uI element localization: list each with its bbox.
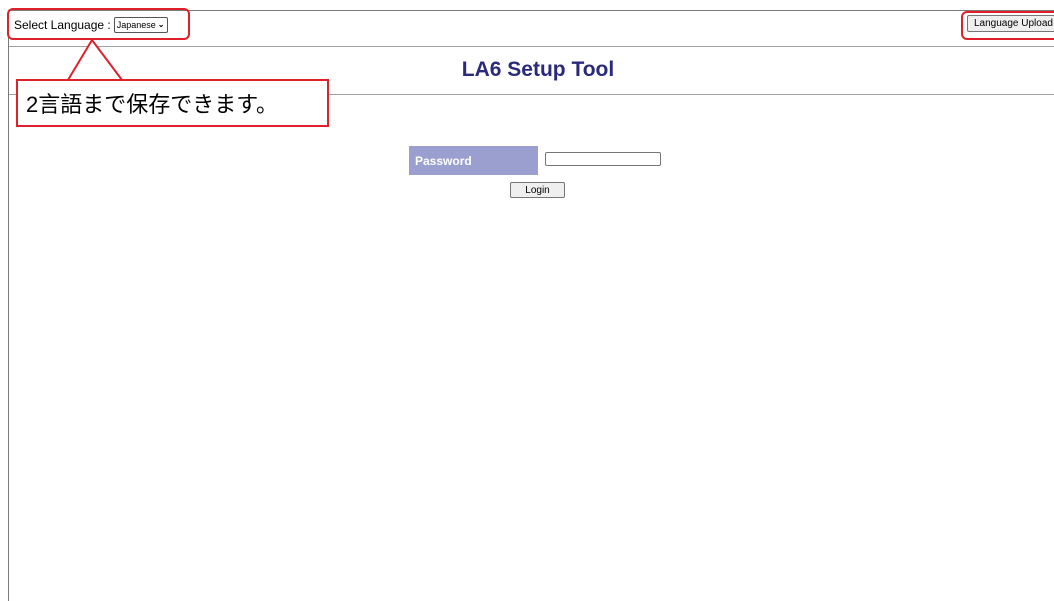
callout-text: 2言語まで保存できます。 bbox=[26, 92, 279, 117]
password-label: Password bbox=[409, 146, 538, 175]
annotation-callout: 2言語まで保存できます。 bbox=[16, 79, 329, 127]
frame-left-border bbox=[8, 10, 9, 601]
login-button[interactable]: Login bbox=[510, 182, 565, 198]
annotation-highlight-upload-button bbox=[961, 11, 1054, 40]
page-title: LA6 Setup Tool bbox=[461, 58, 615, 81]
password-input[interactable] bbox=[545, 152, 661, 166]
callout-pointer bbox=[66, 38, 124, 81]
